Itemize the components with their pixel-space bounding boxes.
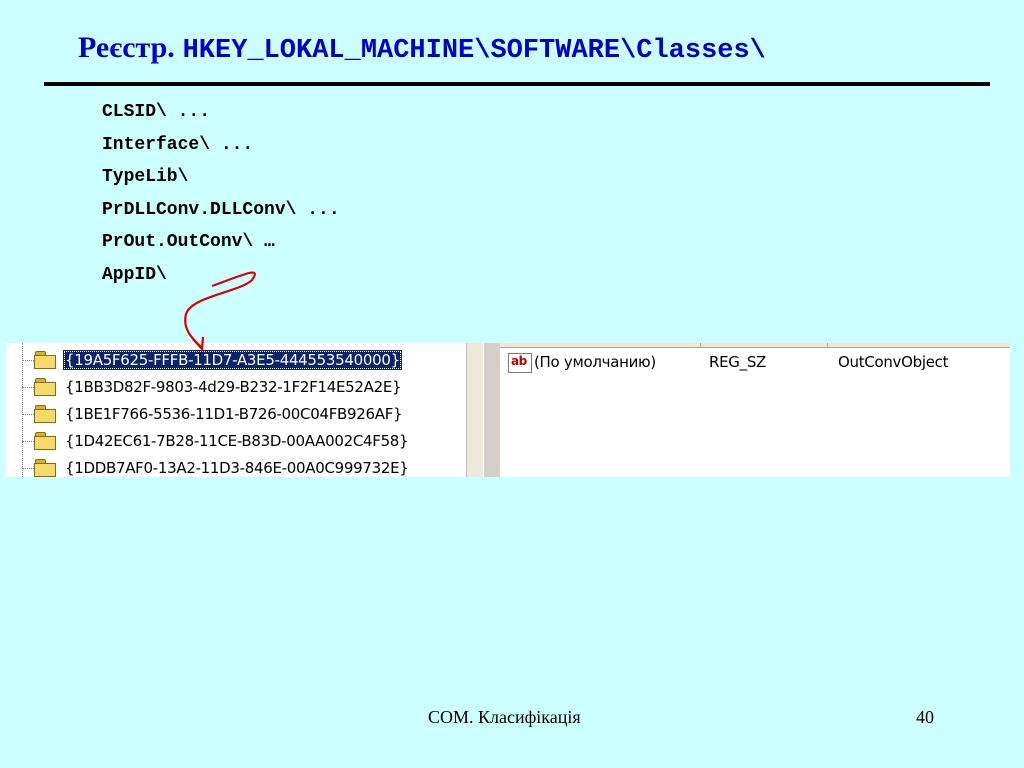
page-number: 40 (916, 707, 934, 727)
pointer-arrow (184, 271, 256, 352)
footer-caption: COM. Класифікація (428, 707, 581, 727)
arrow-curve (184, 271, 256, 348)
